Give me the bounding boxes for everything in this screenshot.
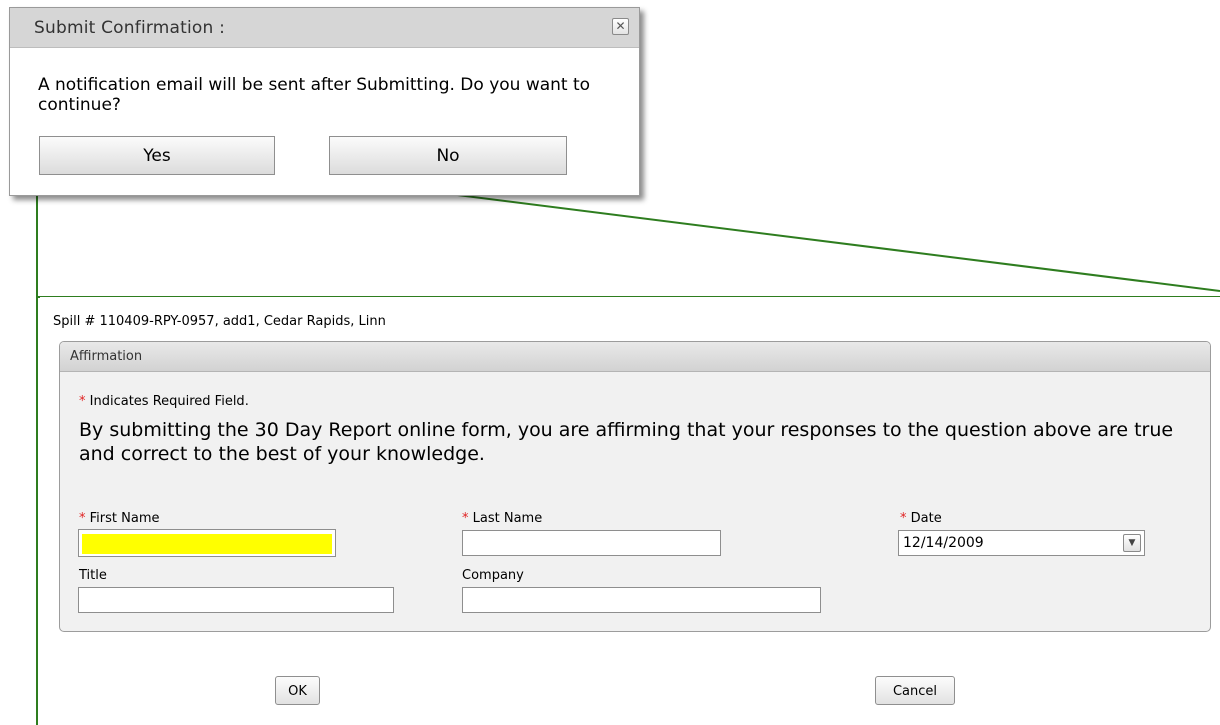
affirmation-panel: Affirmation * Indicates Required Field. … [59, 341, 1211, 632]
required-star: * [79, 511, 86, 526]
company-input[interactable] [462, 587, 821, 613]
required-star: * [900, 511, 907, 526]
company-label: Company [462, 568, 524, 583]
no-button[interactable]: No [329, 136, 567, 175]
spill-info: Spill # 110409-RPY-0957, add1, Cedar Rap… [53, 314, 386, 329]
required-field-note: * Indicates Required Field. [79, 394, 249, 409]
first-name-input[interactable] [82, 534, 332, 554]
title-input[interactable] [78, 587, 394, 613]
affirmation-text: By submitting the 30 Day Report online f… [79, 419, 1174, 465]
chevron-down-icon[interactable]: ▼ [1123, 534, 1141, 552]
last-name-input[interactable] [462, 530, 721, 556]
cancel-button[interactable]: Cancel [875, 676, 955, 705]
required-star: * [79, 394, 86, 409]
date-select[interactable]: 12/14/2009 ▼ [898, 530, 1145, 556]
last-name-label: * Last Name [462, 511, 542, 526]
last-name-label-text: Last Name [472, 511, 543, 526]
close-icon[interactable]: ✕ [612, 18, 629, 35]
date-label: * Date [900, 511, 942, 526]
date-value: 12/14/2009 [903, 535, 984, 551]
panel-header: Affirmation [60, 342, 1210, 372]
dialog-message: A notification email will be sent after … [38, 75, 591, 115]
dialog-title-bar[interactable]: Submit Confirmation : ✕ [10, 8, 639, 48]
affirmation-page: Spill # 110409-RPY-0957, add1, Cedar Rap… [40, 297, 1220, 725]
first-name-label: * First Name [79, 511, 159, 526]
submit-confirmation-dialog: Submit Confirmation : ✕ A notification e… [9, 7, 640, 196]
ok-button[interactable]: OK [275, 676, 320, 705]
title-label: Title [79, 568, 107, 583]
yes-button[interactable]: Yes [39, 136, 275, 175]
first-name-label-text: First Name [89, 511, 160, 526]
required-note-text: Indicates Required Field. [89, 394, 249, 409]
first-name-field-frame [78, 529, 336, 557]
dialog-title: Submit Confirmation : [34, 18, 226, 38]
required-star: * [462, 511, 469, 526]
date-label-text: Date [910, 511, 942, 526]
